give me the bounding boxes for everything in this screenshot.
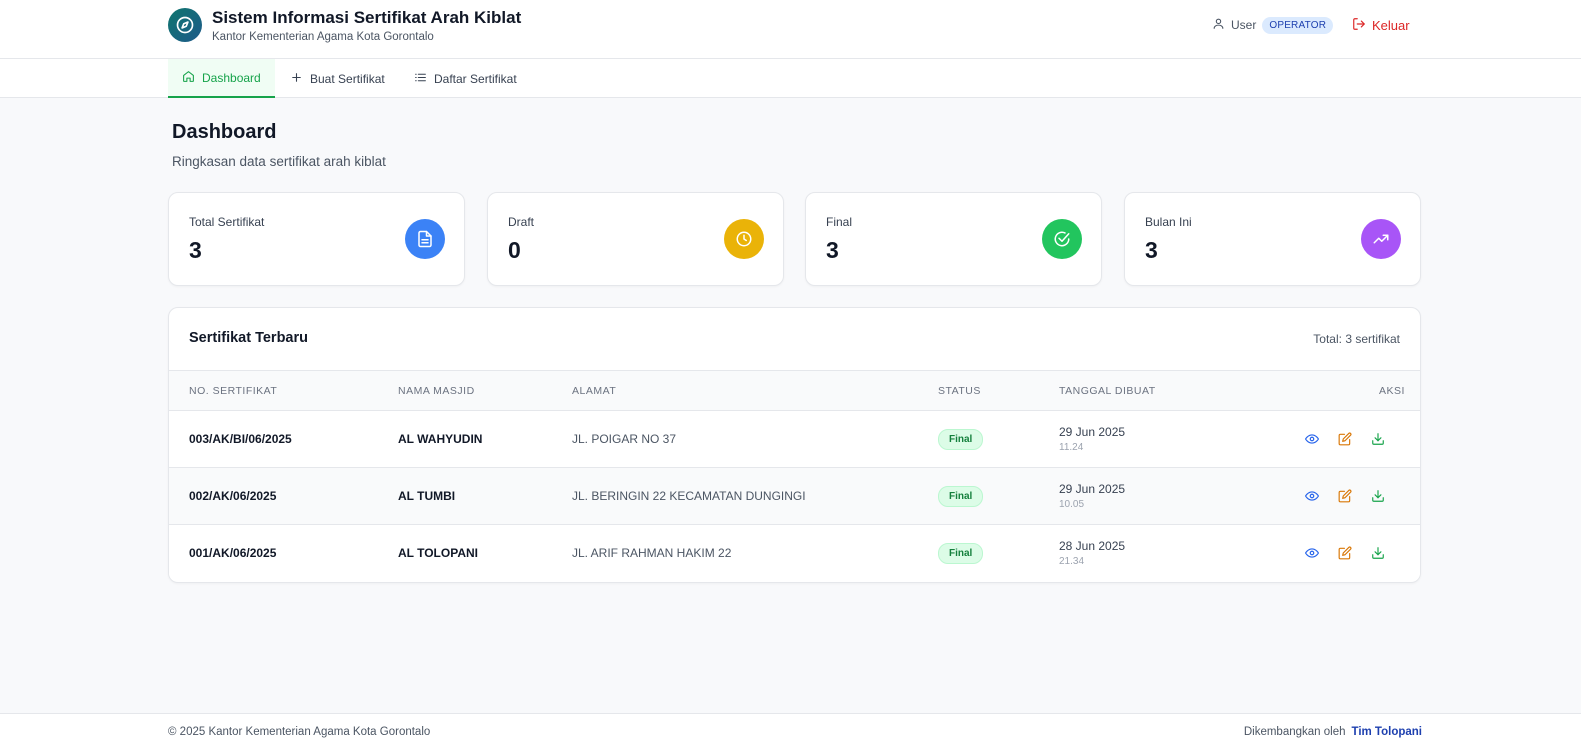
mosque-name: AL WAHYUDIN: [398, 432, 483, 446]
developer-credit: Dikembangkan oleh Tim Tolopani: [1244, 726, 1422, 738]
page-title: Dashboard: [172, 121, 277, 143]
stat-label: Bulan Ini: [1145, 215, 1192, 229]
tab-label: Buat Sertifikat: [310, 71, 385, 86]
table-header: NO. SERTIFIKAT NAMA MASJID ALAMAT STATUS…: [169, 370, 1420, 410]
stat-label: Final: [826, 215, 853, 229]
mosque-name: AL TOLOPANI: [398, 546, 479, 560]
address: JL. BERINGIN 22 KECAMATAN DUNGINGI: [572, 489, 806, 503]
mosque-name: AL TUMBI: [398, 489, 456, 503]
eye-icon: [1305, 548, 1319, 558]
home-icon: [182, 70, 195, 86]
stat-value: 3: [1145, 237, 1158, 263]
certificate-number: 003/AK/BI/06/2025: [189, 432, 292, 446]
view-button[interactable]: [1304, 488, 1320, 504]
eye-icon: [1305, 491, 1319, 501]
compass-icon: [168, 8, 202, 42]
role-badge: OPERATOR: [1262, 16, 1334, 34]
column-header: TANGGAL DIBUAT: [1059, 385, 1156, 397]
main-nav: Dashboard Buat Sertifikat Daftar Sertifi…: [0, 59, 1581, 98]
recent-certificates-panel: Sertifikat Terbaru Total: 3 sertifikat N…: [168, 307, 1421, 583]
download-button[interactable]: [1370, 488, 1386, 504]
stat-value: 0: [508, 237, 521, 263]
address: JL. ARIF RAHMAN HAKIM 22: [572, 546, 732, 560]
edit-button[interactable]: [1337, 431, 1353, 447]
user-info: User OPERATOR: [1212, 15, 1334, 35]
developer-link[interactable]: Tim Tolopani: [1352, 726, 1423, 738]
check-circle-icon: [1042, 219, 1082, 259]
view-button[interactable]: [1304, 431, 1320, 447]
page-subtitle: Ringkasan data sertifikat arah kiblat: [172, 154, 386, 169]
edit-button[interactable]: [1337, 488, 1353, 504]
download-button[interactable]: [1370, 545, 1386, 561]
certificate-number: 001/AK/06/2025: [189, 546, 277, 560]
column-header: NAMA MASJID: [398, 385, 475, 397]
clock-icon: [724, 219, 764, 259]
trending-up-icon: [1361, 219, 1401, 259]
panel-title: Sertifikat Terbaru: [189, 330, 308, 346]
stat-label: Total Sertifikat: [189, 215, 265, 229]
download-icon: [1372, 433, 1384, 445]
edit-icon: [1338, 489, 1352, 503]
download-icon: [1372, 490, 1384, 502]
user-label: User: [1231, 18, 1257, 32]
status-badge: Final: [938, 429, 984, 450]
document-icon: [405, 219, 445, 259]
app-title: Sistem Informasi Sertifikat Arah Kiblat: [212, 8, 522, 27]
panel-total: Total: 3 sertifikat: [1313, 332, 1400, 346]
created-time: 10.05: [1059, 499, 1085, 510]
table-row: 002/AK/06/2025 AL TUMBI JL. BERINGIN 22 …: [169, 467, 1420, 524]
app-subtitle: Kantor Kementerian Agama Kota Gorontalo: [212, 31, 434, 43]
column-header: NO. SERTIFIKAT: [189, 385, 278, 397]
stat-value: 3: [826, 237, 839, 263]
page-footer: © 2025 Kantor Kementerian Agama Kota Gor…: [0, 713, 1581, 749]
edit-icon: [1338, 432, 1352, 446]
tab-label: Dashboard: [202, 70, 261, 85]
status-badge: Final: [938, 486, 984, 507]
created-date: 28 Jun 2025: [1059, 539, 1126, 553]
download-icon: [1372, 547, 1384, 559]
logout-button[interactable]: Keluar: [1352, 15, 1410, 35]
stat-card-final: Final 3: [805, 192, 1102, 286]
download-button[interactable]: [1370, 431, 1386, 447]
copyright-text: © 2025 Kantor Kementerian Agama Kota Gor…: [168, 726, 431, 738]
logout-icon: [1352, 17, 1366, 34]
created-time: 11.24: [1059, 442, 1084, 453]
table-row: 001/AK/06/2025 AL TOLOPANI JL. ARIF RAHM…: [169, 524, 1420, 581]
view-button[interactable]: [1304, 545, 1320, 561]
created-date: 29 Jun 2025: [1059, 482, 1126, 496]
created-date: 29 Jun 2025: [1059, 425, 1126, 439]
tab-label: Daftar Sertifikat: [434, 71, 517, 86]
column-header: STATUS: [938, 385, 981, 397]
tab-buat-sertifikat[interactable]: Buat Sertifikat: [276, 59, 399, 98]
column-header: ALAMAT: [572, 385, 617, 397]
column-header: AKSI: [1379, 385, 1405, 397]
edit-button[interactable]: [1337, 545, 1353, 561]
user-icon: [1212, 17, 1225, 33]
plus-icon: [290, 71, 303, 87]
table-row: 003/AK/BI/06/2025 AL WAHYUDIN JL. POIGAR…: [169, 410, 1420, 467]
developer-prefix: Dikembangkan oleh: [1243, 726, 1346, 738]
tab-dashboard[interactable]: Dashboard: [168, 59, 275, 98]
address: JL. POIGAR NO 37: [572, 432, 677, 446]
edit-icon: [1338, 546, 1352, 560]
top-header: Sistem Informasi Sertifikat Arah Kiblat …: [0, 0, 1581, 59]
stat-card-bulan-ini: Bulan Ini 3: [1124, 192, 1421, 286]
created-time: 21.34: [1059, 556, 1085, 567]
list-icon: [414, 71, 427, 87]
tab-daftar-sertifikat[interactable]: Daftar Sertifikat: [400, 59, 531, 98]
stat-label: Draft: [508, 215, 535, 229]
certificate-number: 002/AK/06/2025: [189, 489, 277, 503]
stat-card-draft: Draft 0: [487, 192, 784, 286]
stat-card-total: Total Sertifikat 3: [168, 192, 465, 286]
status-badge: Final: [938, 543, 984, 564]
eye-icon: [1305, 434, 1319, 444]
logout-label: Keluar: [1372, 17, 1410, 33]
stat-value: 3: [189, 237, 202, 263]
